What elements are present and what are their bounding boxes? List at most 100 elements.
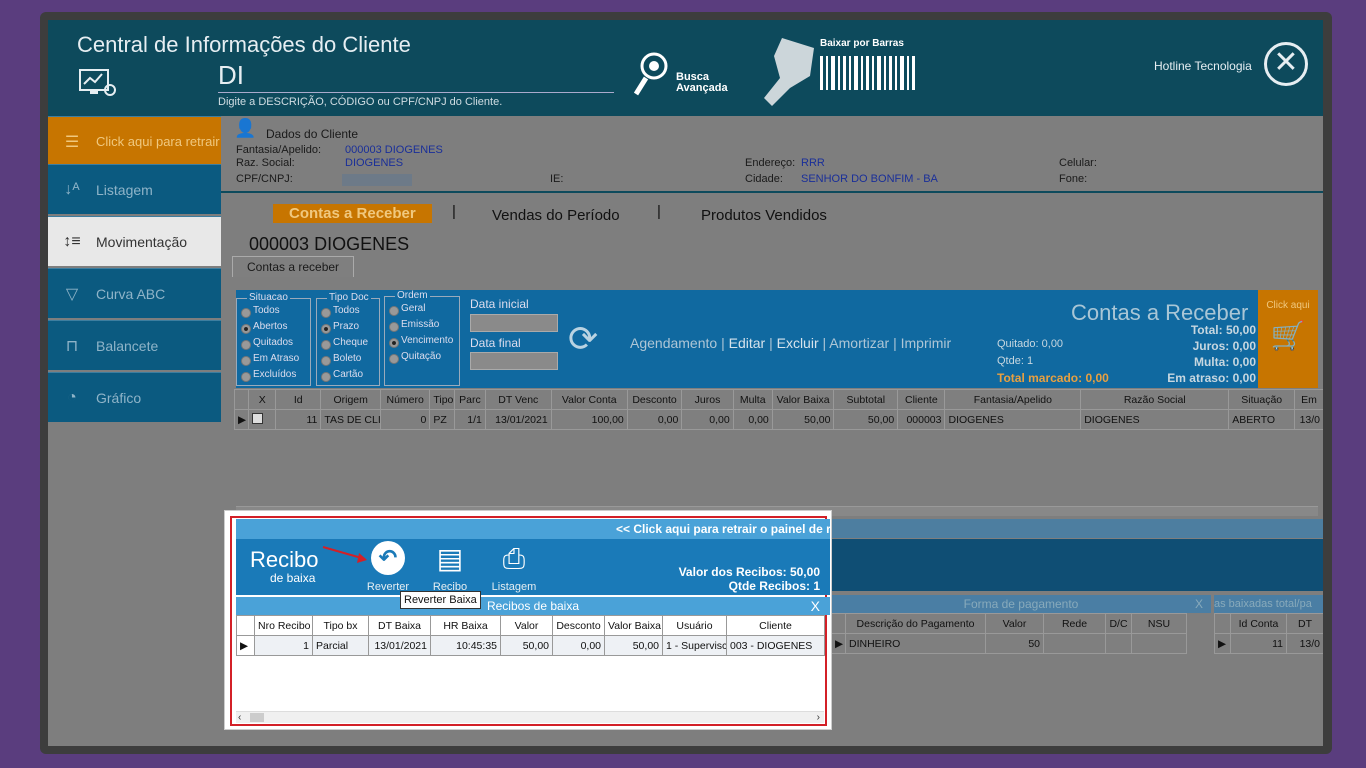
advanced-search-button[interactable]: Busca Avançada	[633, 48, 728, 103]
tipo-option[interactable]: Todos	[321, 305, 375, 321]
column-header[interactable]: Usuário	[662, 615, 727, 636]
column-header[interactable]: Tipo bx	[312, 615, 369, 636]
situacao-option[interactable]: Abertos	[241, 321, 306, 337]
tipo-option[interactable]: Cartão	[321, 369, 375, 385]
table-cell[interactable]	[1131, 633, 1187, 654]
table-cell[interactable]: 0,00	[681, 409, 734, 430]
listagem-button[interactable]: ⎙ Listagem	[486, 543, 542, 593]
subtab-contas[interactable]: Contas a receber	[232, 256, 355, 277]
column-header[interactable]: Subtotal	[833, 389, 899, 410]
retract-recibo-bar[interactable]: << Click aqui para retrair o painel de r…	[236, 519, 830, 539]
table-cell[interactable]: DIOGENES	[944, 409, 1082, 430]
table-cell[interactable]	[1105, 633, 1132, 654]
ordem-option[interactable]: Quitação	[389, 351, 455, 367]
amortizar-button[interactable]: Amortizar	[829, 335, 889, 351]
table-cell[interactable]: 50	[985, 633, 1044, 654]
tab-produtos[interactable]: Produtos Vendidos	[701, 207, 827, 224]
table-cell[interactable]: 000003	[897, 409, 946, 430]
imprimir-button[interactable]: Imprimir	[901, 335, 952, 351]
column-header[interactable]: Cliente	[897, 389, 946, 410]
column-header[interactable]: Parc	[454, 389, 486, 410]
situacao-option[interactable]: Quitados	[241, 337, 306, 353]
table-cell[interactable]: TAS DE CLIE	[320, 409, 381, 430]
sidebar-item-movimentacao[interactable]: ↕≡ Movimentação	[48, 216, 221, 266]
column-header[interactable]: Rede	[1043, 613, 1106, 634]
table-cell[interactable]: 13/0	[1294, 409, 1323, 430]
sidebar-item-balancete[interactable]: ⊓ Balancete	[48, 320, 221, 370]
table-cell[interactable]: 13/0	[1286, 633, 1323, 654]
retract-panel-bar[interactable]	[831, 519, 1323, 538]
tipo-option[interactable]: Boleto	[321, 353, 375, 369]
column-header[interactable]: NSU	[1131, 613, 1187, 634]
column-header[interactable]: Valor Baixa	[771, 389, 835, 410]
table-cell[interactable]: 100,00	[550, 409, 628, 430]
situacao-option[interactable]: Todos	[241, 305, 306, 321]
sidebar-item-listagem[interactable]: ↓ᴬ Listagem	[48, 164, 221, 214]
table-cell[interactable]: Parcial	[312, 635, 369, 656]
column-header[interactable]: Origem	[320, 389, 381, 410]
row-checkbox[interactable]	[252, 412, 264, 424]
table-cell[interactable]: 13/01/2021	[368, 635, 431, 656]
table-cell[interactable]: DINHEIRO	[845, 633, 986, 654]
scroll-right-icon[interactable]: ›	[817, 712, 820, 723]
data-inicial-input[interactable]	[470, 314, 558, 332]
table-cell[interactable]: 50,00	[833, 409, 899, 430]
barcode-button[interactable]: Baixar por Barras	[754, 28, 924, 114]
situacao-option[interactable]: Em Atraso	[241, 353, 306, 369]
table-cell[interactable]: 50,00	[604, 635, 663, 656]
table-cell[interactable]: 0	[379, 409, 431, 430]
cart-button[interactable]: Click aqui 🛒	[1258, 290, 1318, 388]
column-header[interactable]: Valor Baixa	[604, 615, 663, 636]
table-cell[interactable]: 0,00	[732, 409, 773, 430]
ordem-option[interactable]: Geral	[389, 303, 455, 319]
column-header[interactable]: Valor	[500, 615, 553, 636]
column-header[interactable]: Desconto	[626, 389, 683, 410]
close-icon[interactable]: X	[1195, 595, 1203, 613]
table-cell[interactable]: 13/01/2021	[484, 409, 552, 430]
table-cell[interactable]: 0,00	[552, 635, 605, 656]
data-final-input[interactable]	[470, 352, 558, 370]
table-cell[interactable]: 10:45:35	[430, 635, 501, 656]
tab-contas-receber[interactable]: Contas a Receber	[273, 204, 432, 223]
tipo-option[interactable]: Prazo	[321, 321, 375, 337]
table-cell[interactable]: 1	[254, 635, 313, 656]
client-search-input[interactable]: DI	[218, 60, 244, 91]
column-header[interactable]: Cliente	[726, 615, 825, 636]
table-cell[interactable]	[1043, 633, 1106, 654]
column-header[interactable]: Id Conta	[1230, 613, 1287, 634]
table-cell[interactable]: ABERTO	[1228, 409, 1296, 430]
situacao-option[interactable]: Excluídos	[241, 369, 306, 385]
column-header[interactable]: Razão Social	[1080, 389, 1230, 410]
table-cell[interactable]: DIOGENES	[1080, 409, 1230, 430]
column-header[interactable]: DT Baixa	[368, 615, 431, 636]
column-header[interactable]: D/C	[1105, 613, 1132, 634]
table-cell[interactable]: PZ	[429, 409, 456, 430]
column-header[interactable]: DT	[1286, 613, 1323, 634]
table-cell[interactable]: 50,00	[771, 409, 835, 430]
scroll-left-icon[interactable]: ‹	[238, 712, 241, 723]
column-header[interactable]: Situação	[1228, 389, 1296, 410]
column-header[interactable]: Valor	[985, 613, 1044, 634]
close-icon[interactable]: X	[811, 597, 820, 615]
editar-button[interactable]: Editar	[729, 335, 766, 351]
ordem-option[interactable]: Emissão	[389, 319, 455, 335]
scroll-thumb[interactable]	[250, 713, 264, 722]
tipo-option[interactable]: Cheque	[321, 337, 375, 353]
table-cell[interactable]: 1 - Supervisc	[662, 635, 727, 656]
table-cell[interactable]: 11	[275, 409, 322, 430]
column-header[interactable]: Em	[1294, 389, 1323, 410]
excluir-button[interactable]: Excluir	[777, 335, 819, 351]
table-cell[interactable]	[248, 409, 277, 430]
recibos-scrollbar[interactable]: ‹ ›	[236, 711, 824, 723]
sidebar-item-grafico[interactable]: ◔ Gráfico	[48, 372, 221, 422]
column-header[interactable]: X	[248, 389, 277, 410]
table-cell[interactable]: 1/1	[454, 409, 486, 430]
column-header[interactable]: Tipo	[429, 389, 456, 410]
close-button[interactable]: ✕	[1264, 42, 1308, 86]
table-cell[interactable]: 0,00	[626, 409, 683, 430]
column-header[interactable]: Número	[379, 389, 431, 410]
column-header[interactable]: DT Venc	[484, 389, 552, 410]
sidebar-retract-button[interactable]: ☰ Click aqui para retrair	[48, 116, 221, 166]
column-header[interactable]: Fantasia/Apelido	[944, 389, 1082, 410]
agendamento-button[interactable]: Agendamento	[630, 335, 717, 351]
